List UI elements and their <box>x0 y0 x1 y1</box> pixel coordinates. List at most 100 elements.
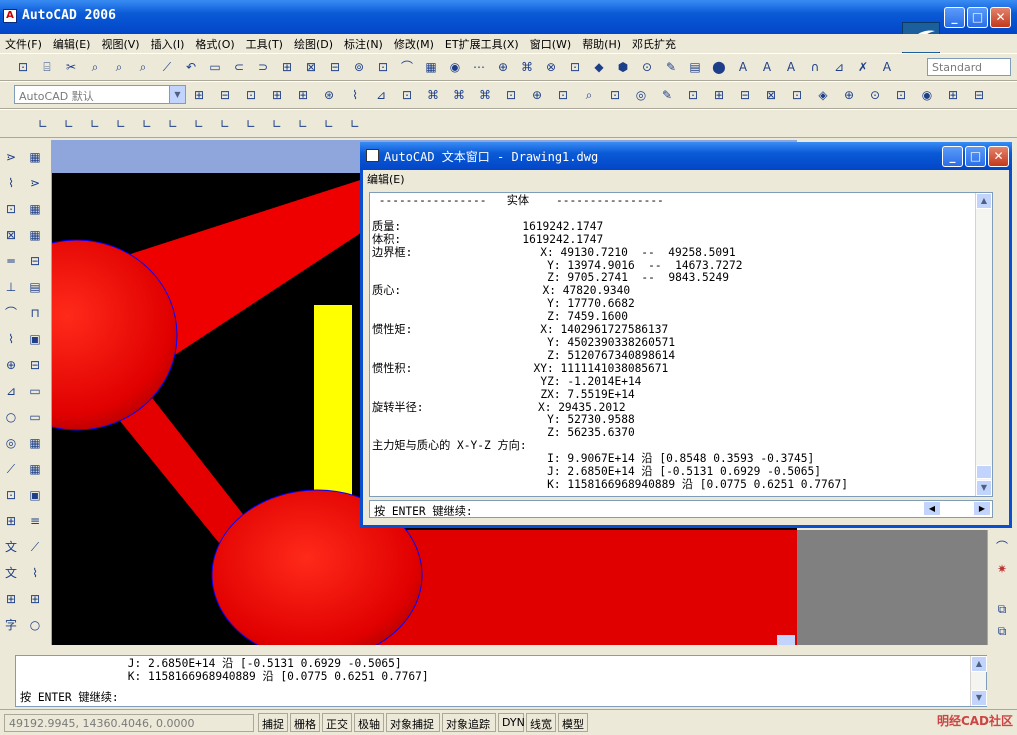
tb1-tool-icon-24[interactable]: ◆ <box>590 58 608 76</box>
left-modify-tool-icon-14[interactable]: ≡ <box>26 512 44 530</box>
tb1-tool-icon-16[interactable]: ⌒ <box>398 58 416 76</box>
tb1-tool-icon-12[interactable]: ⊠ <box>302 58 320 76</box>
tb1-tool-icon-35[interactable]: ✗ <box>854 58 872 76</box>
text-window-command-prompt[interactable]: 按 ENTER 键继续: <box>369 500 993 518</box>
left-modify-tool-icon-10[interactable]: ▭ <box>26 408 44 426</box>
tb2-tool-icon-17[interactable]: ◎ <box>632 86 650 104</box>
tb2-tool-icon-0[interactable]: ⊞ <box>190 86 208 104</box>
copy-icon[interactable]: ⧉ <box>993 622 1011 640</box>
tb3-tool-icon-10[interactable]: ∟ <box>294 115 312 133</box>
tb1-tool-icon-27[interactable]: ✎ <box>662 58 680 76</box>
menu-modify[interactable]: 修改(M) <box>389 34 440 52</box>
tb2-tool-icon-15[interactable]: ⌕ <box>580 86 598 104</box>
tb1-tool-icon-21[interactable]: ⌘ <box>518 58 536 76</box>
tb1-tool-icon-14[interactable]: ⊚ <box>350 58 368 76</box>
tb1-tool-icon-3[interactable]: ⌕ <box>86 58 104 76</box>
tb1-tool-icon-25[interactable]: ⬢ <box>614 58 632 76</box>
left-draw-tool-icon-15[interactable]: 文 <box>2 538 20 556</box>
scroll-down-icon[interactable]: ▼ <box>976 480 992 496</box>
tb2-tool-icon-4[interactable]: ⊞ <box>294 86 312 104</box>
tb2-tool-icon-26[interactable]: ⊙ <box>866 86 884 104</box>
tb2-tool-icon-23[interactable]: ⊡ <box>788 86 806 104</box>
tb3-tool-icon-5[interactable]: ∟ <box>164 115 182 133</box>
left-modify-tool-icon-1[interactable]: ⋗ <box>26 174 44 192</box>
menu-dimension[interactable]: 标注(N) <box>339 34 389 52</box>
tb2-tool-icon-11[interactable]: ⌘ <box>476 86 494 104</box>
tb1-tool-icon-22[interactable]: ⊗ <box>542 58 560 76</box>
tb1-tool-icon-5[interactable]: ⌕ <box>134 58 152 76</box>
left-modify-tool-icon-0[interactable]: ▦ <box>26 148 44 166</box>
left-draw-tool-icon-10[interactable]: ○ <box>2 408 20 426</box>
tb1-tool-icon-19[interactable]: ⋯ <box>470 58 488 76</box>
tb2-tool-icon-28[interactable]: ◉ <box>918 86 936 104</box>
tb3-tool-icon-4[interactable]: ∟ <box>138 115 156 133</box>
tb3-tool-icon-6[interactable]: ∟ <box>190 115 208 133</box>
tb1-tool-icon-28[interactable]: ▤ <box>686 58 704 76</box>
tb2-tool-icon-8[interactable]: ⊡ <box>398 86 416 104</box>
tb1-tool-icon-18[interactable]: ◉ <box>446 58 464 76</box>
tb2-tool-icon-1[interactable]: ⊟ <box>216 86 234 104</box>
tb2-tool-icon-2[interactable]: ⊡ <box>242 86 260 104</box>
scroll-right-icon[interactable]: ▶ <box>973 501 991 516</box>
scroll-left-icon[interactable]: ◀ <box>923 501 941 516</box>
left-draw-tool-icon-6[interactable]: ⌒ <box>2 304 20 322</box>
app-title-bar[interactable]: A AutoCAD 2006 _ □ ✕ <box>0 0 1017 34</box>
minimize-button[interactable]: _ <box>944 7 965 28</box>
left-draw-tool-icon-1[interactable]: ⌇ <box>2 174 20 192</box>
tb2-tool-icon-30[interactable]: ⊟ <box>970 86 988 104</box>
menu-express-tools[interactable]: ET扩展工具(X) <box>440 34 525 52</box>
tb2-tool-icon-27[interactable]: ⊡ <box>892 86 910 104</box>
tb1-tool-icon-26[interactable]: ⊙ <box>638 58 656 76</box>
tb2-tool-icon-25[interactable]: ⊕ <box>840 86 858 104</box>
tb2-tool-icon-3[interactable]: ⊞ <box>268 86 286 104</box>
tb2-tool-icon-19[interactable]: ⊡ <box>684 86 702 104</box>
tb2-tool-icon-24[interactable]: ◈ <box>814 86 832 104</box>
tb1-tool-icon-20[interactable]: ⊕ <box>494 58 512 76</box>
left-modify-tool-icon-13[interactable]: ▣ <box>26 486 44 504</box>
tb3-tool-icon-11[interactable]: ∟ <box>320 115 338 133</box>
left-draw-tool-icon-11[interactable]: ◎ <box>2 434 20 452</box>
status-mode-6[interactable]: DYN <box>498 713 525 732</box>
tb1-tool-icon-31[interactable]: A <box>758 58 776 76</box>
left-draw-tool-icon-0[interactable]: ⋗ <box>2 148 20 166</box>
tb3-tool-icon-0[interactable]: ∟ <box>34 115 52 133</box>
text-window-maximize-button[interactable]: □ <box>965 146 986 167</box>
left-draw-tool-icon-13[interactable]: ⊡ <box>2 486 20 504</box>
tb3-tool-icon-7[interactable]: ∟ <box>216 115 234 133</box>
maximize-button[interactable]: □ <box>967 7 988 28</box>
left-draw-tool-icon-14[interactable]: ⊞ <box>2 512 20 530</box>
text-window-close-button[interactable]: ✕ <box>988 146 1009 167</box>
tb2-tool-icon-12[interactable]: ⊡ <box>502 86 520 104</box>
menu-window[interactable]: 窗口(W) <box>525 34 577 52</box>
tb3-tool-icon-9[interactable]: ∟ <box>268 115 286 133</box>
left-draw-tool-icon-8[interactable]: ⊕ <box>2 356 20 374</box>
text-window-menu-edit[interactable]: 编辑(E) <box>367 171 405 187</box>
tb1-tool-icon-2[interactable]: ✂ <box>62 58 80 76</box>
tb2-tool-icon-29[interactable]: ⊞ <box>944 86 962 104</box>
left-modify-tool-icon-17[interactable]: ⊞ <box>26 590 44 608</box>
tb1-tool-icon-13[interactable]: ⊟ <box>326 58 344 76</box>
left-draw-tool-icon-17[interactable]: ⊞ <box>2 590 20 608</box>
menu-tools[interactable]: 工具(T) <box>241 34 289 52</box>
tb2-tool-icon-22[interactable]: ⊠ <box>762 86 780 104</box>
menu-file[interactable]: 文件(F) <box>0 34 48 52</box>
tb2-tool-icon-21[interactable]: ⊟ <box>736 86 754 104</box>
left-modify-tool-icon-2[interactable]: ▦ <box>26 200 44 218</box>
cmd-scroll-down-icon[interactable]: ▼ <box>971 690 987 706</box>
left-modify-tool-icon-7[interactable]: ▣ <box>26 330 44 348</box>
scroll-up-icon[interactable]: ▲ <box>976 193 992 209</box>
left-modify-tool-icon-8[interactable]: ⊟ <box>26 356 44 374</box>
left-draw-tool-icon-3[interactable]: ⊠ <box>2 226 20 244</box>
status-mode-7[interactable]: 线宽 <box>526 713 556 732</box>
tb1-tool-icon-0[interactable]: ⊡ <box>14 58 32 76</box>
tb3-tool-icon-12[interactable]: ∟ <box>346 115 364 133</box>
tb1-tool-icon-6[interactable]: ⟋ <box>158 58 176 76</box>
left-draw-tool-icon-12[interactable]: ⟋ <box>2 460 20 478</box>
scroll-thumb[interactable] <box>976 465 992 479</box>
command-prompt[interactable]: 按 ENTER 键继续: <box>20 689 119 705</box>
status-mode-5[interactable]: 对象追踪 <box>442 713 496 732</box>
tb1-tool-icon-11[interactable]: ⊞ <box>278 58 296 76</box>
left-draw-tool-icon-5[interactable]: ⊥ <box>2 278 20 296</box>
command-scrollbar[interactable]: ▲ ▼ <box>970 656 987 706</box>
fillet-icon[interactable]: ⌒ <box>993 538 1011 556</box>
